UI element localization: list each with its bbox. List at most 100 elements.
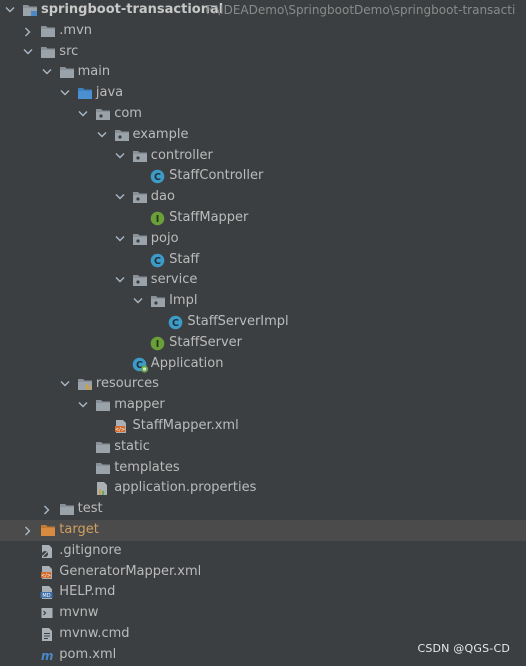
tree-row-staffcontroller[interactable]: C StaffController [0,166,526,187]
chevron-down-icon[interactable] [4,0,16,21]
tree-item-label: mvnw [59,605,99,621]
tree-row-src[interactable]: src [0,42,526,63]
maven-file-icon: m [40,648,56,663]
tree-item-label: StaffServerImpl [187,313,289,329]
tree-item-label: controller [150,147,213,163]
chevron-down-icon[interactable] [22,42,34,63]
tree-item-label: com [114,105,142,121]
tree-item-label: pojo [150,230,179,246]
tree-row-springboot-transactional[interactable]: springboot-transactional F:\IDEADemo\Spri… [0,0,526,21]
watermark-text: CSDN @QGS-CD [417,642,510,655]
tree-item-label: static [114,438,150,454]
tree-item-label: HELP.md [59,584,116,600]
tree-item-label: .mvn [59,22,93,38]
svg-text:</>: </> [114,427,124,433]
text-file-icon [40,627,56,642]
class-icon: C [150,169,166,184]
module-folder-icon [22,3,38,18]
properties-file-icon [95,481,111,496]
tree-item-label: StaffMapper [169,209,249,225]
tree-row-pojo[interactable]: pojo [0,229,526,250]
interface-icon: I [150,336,166,351]
chevron-down-icon[interactable] [59,374,71,395]
folder-icon [59,502,75,517]
tree-row-templates[interactable]: templates [0,458,526,479]
tree-row-staffmapper[interactable]: I StaffMapper [0,208,526,229]
tree-row-staff[interactable]: C Staff [0,250,526,271]
chevron-right-icon[interactable] [22,21,34,42]
package-icon [132,232,148,247]
tree-item-label: pom.xml [59,646,117,662]
chevron-down-icon[interactable] [114,270,126,291]
tree-row-controller[interactable]: controller [0,146,526,167]
tree-row-test[interactable]: test [0,499,526,520]
svg-text:I: I [156,339,160,350]
svg-text:</>: </> [41,573,51,579]
tree-row-gitignore[interactable]: .gitignore [0,541,526,562]
package-icon [132,190,148,205]
chevron-down-icon[interactable] [114,229,126,250]
tree-row-target[interactable]: target [0,519,526,541]
chevron-right-icon[interactable] [22,520,34,541]
tree-row-resources[interactable]: resources [0,374,526,395]
tree-row-service[interactable]: service [0,270,526,291]
folder-icon [40,45,56,60]
chevron-right-icon[interactable] [41,499,53,520]
tree-row-mapper[interactable]: mapper [0,395,526,416]
tree-row-staffmapper-xml[interactable]: </> StaffMapper.xml [0,416,526,437]
package-icon [132,273,148,288]
tree-item-label: StaffServer [169,334,242,350]
chevron-down-icon[interactable] [132,291,144,312]
svg-text:I: I [156,214,160,225]
tree-row-staffserver[interactable]: I StaffServer [0,333,526,354]
tree-item-label: test [77,501,103,517]
tree-item-label: Application [150,355,224,371]
chevron-down-icon[interactable] [114,187,126,208]
tree-row-generatormapper-xml[interactable]: </> GeneratorMapper.xml [0,562,526,583]
interface-icon: I [150,211,166,226]
xml-file-icon: </> [114,419,130,434]
chevron-down-icon[interactable] [59,83,71,104]
tree-row-application[interactable]: C Application [0,354,526,375]
tree-item-label: GeneratorMapper.xml [59,563,202,579]
script-file-icon [40,606,56,621]
chevron-down-icon[interactable] [77,104,89,125]
tree-item-label: StaffController [169,168,264,184]
package-icon [114,128,130,143]
tree-row-static[interactable]: static [0,437,526,458]
tree-row-example[interactable]: example [0,125,526,146]
tree-item-label: templates [114,459,180,475]
tree-row-impl[interactable]: Impl [0,291,526,312]
tree-item-label: mapper [114,397,165,413]
tree-item-label: mvnw.cmd [59,625,130,641]
tree-row-main[interactable]: main [0,62,526,83]
tree-item-label: .gitignore [59,542,122,558]
markdown-file-icon: MD [40,585,56,600]
chevron-down-icon[interactable] [41,62,53,83]
package-icon [150,294,166,309]
svg-text:C: C [172,318,179,329]
project-path: F:\IDEADemo\SpringbootDemo\springboot-tr… [206,3,516,17]
tree-row-java[interactable]: java [0,83,526,104]
tree-item-label: Impl [169,293,198,309]
svg-text:MD: MD [43,593,51,599]
tree-row-help-md[interactable]: MD HELP.md [0,582,526,603]
source-folder-icon [77,86,93,101]
svg-text:C: C [154,172,161,183]
spring-boot-class-icon: C [132,357,148,373]
folder-icon [95,440,111,455]
tree-row-com[interactable]: com [0,104,526,125]
tree-row-mvn[interactable]: .mvn [0,21,526,42]
tree-row-mvnw[interactable]: mvnw [0,603,526,624]
gitignore-file-icon [40,544,56,559]
folder-icon [95,461,111,476]
tree-item-label: example [132,126,189,142]
tree-row-staffserverimpl[interactable]: C StaffServerImpl [0,312,526,333]
chevron-down-icon[interactable] [114,146,126,167]
project-tree: springboot-transactional F:\IDEADemo\Spri… [0,0,526,666]
chevron-down-icon[interactable] [77,395,89,416]
chevron-down-icon[interactable] [96,125,108,146]
tree-item-label: main [77,64,111,80]
tree-row-application-properties[interactable]: application.properties [0,478,526,499]
tree-row-dao[interactable]: dao [0,187,526,208]
